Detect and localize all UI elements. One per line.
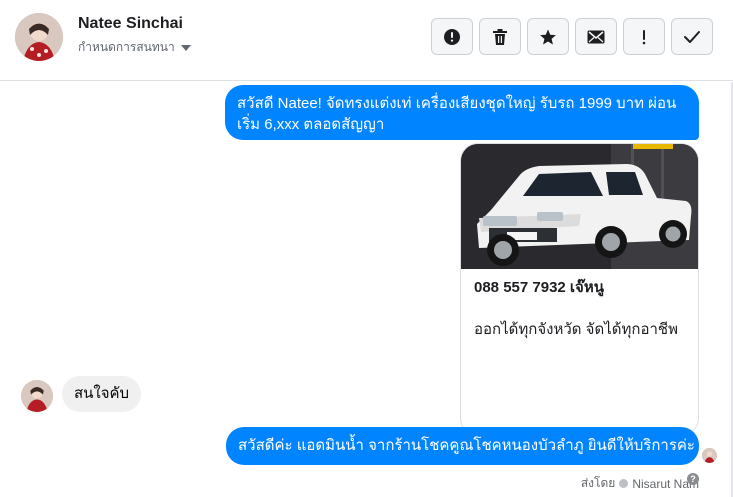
report-button[interactable] — [431, 18, 473, 55]
message-thread[interactable]: สวัสดี Natee! จัดทรงแต่งเท่ เครื่องเสียง… — [0, 82, 733, 497]
contact-avatar[interactable] — [15, 13, 63, 61]
check-icon — [684, 30, 700, 43]
label-dropdown-text: กำหนดการสนทนา — [78, 40, 175, 54]
follow-up-button[interactable] — [623, 18, 665, 55]
caret-down-icon — [180, 45, 191, 51]
outgoing-message[interactable]: สวัสดี Natee! จัดทรงแต่งเท่ เครื่องเสียง… — [225, 85, 699, 140]
mark-done-button[interactable] — [671, 18, 713, 55]
conversation-header: Natee Sinchai กำหนดการสนทนา — [0, 0, 733, 81]
sender-status-icon — [619, 479, 629, 488]
attachment-card[interactable]: 088 557 7932 เจ๊หนู ออกได้ทุกจังหวัด จัด… — [460, 143, 699, 436]
star-icon — [540, 29, 556, 44]
card-title: 088 557 7932 เจ๊หนู — [474, 279, 604, 296]
incoming-message[interactable]: สนใจคับ — [62, 376, 142, 412]
alert-circle-icon — [444, 28, 460, 45]
sent-by-line: ส่งโดย Nisarut Nam — [581, 474, 699, 493]
help-icon[interactable]: ? — [687, 473, 699, 485]
exclamation-icon — [642, 29, 646, 44]
delete-button[interactable] — [479, 18, 521, 55]
card-subtitle: ออกได้ทุกจังหวัด จัดได้ทุกอาชีพ — [474, 321, 678, 338]
sent-by-label: ส่งโดย — [580, 476, 616, 490]
conversation-actions — [431, 18, 713, 55]
trash-icon — [493, 28, 507, 45]
mark-unread-button[interactable] — [575, 18, 617, 55]
envelope-icon — [587, 30, 605, 43]
conversation-label-dropdown[interactable]: กำหนดการสนทนา — [78, 38, 191, 57]
star-button[interactable] — [527, 18, 569, 55]
car-photo — [461, 144, 698, 269]
outgoing-message[interactable]: สวัสดีค่ะ แอดมินน้ำ จากร้านโชคคูณโชคหนอง… — [226, 427, 699, 465]
contact-avatar-small[interactable] — [21, 380, 53, 412]
seen-avatar — [702, 448, 717, 463]
contact-name[interactable]: Natee Sinchai — [78, 15, 183, 33]
